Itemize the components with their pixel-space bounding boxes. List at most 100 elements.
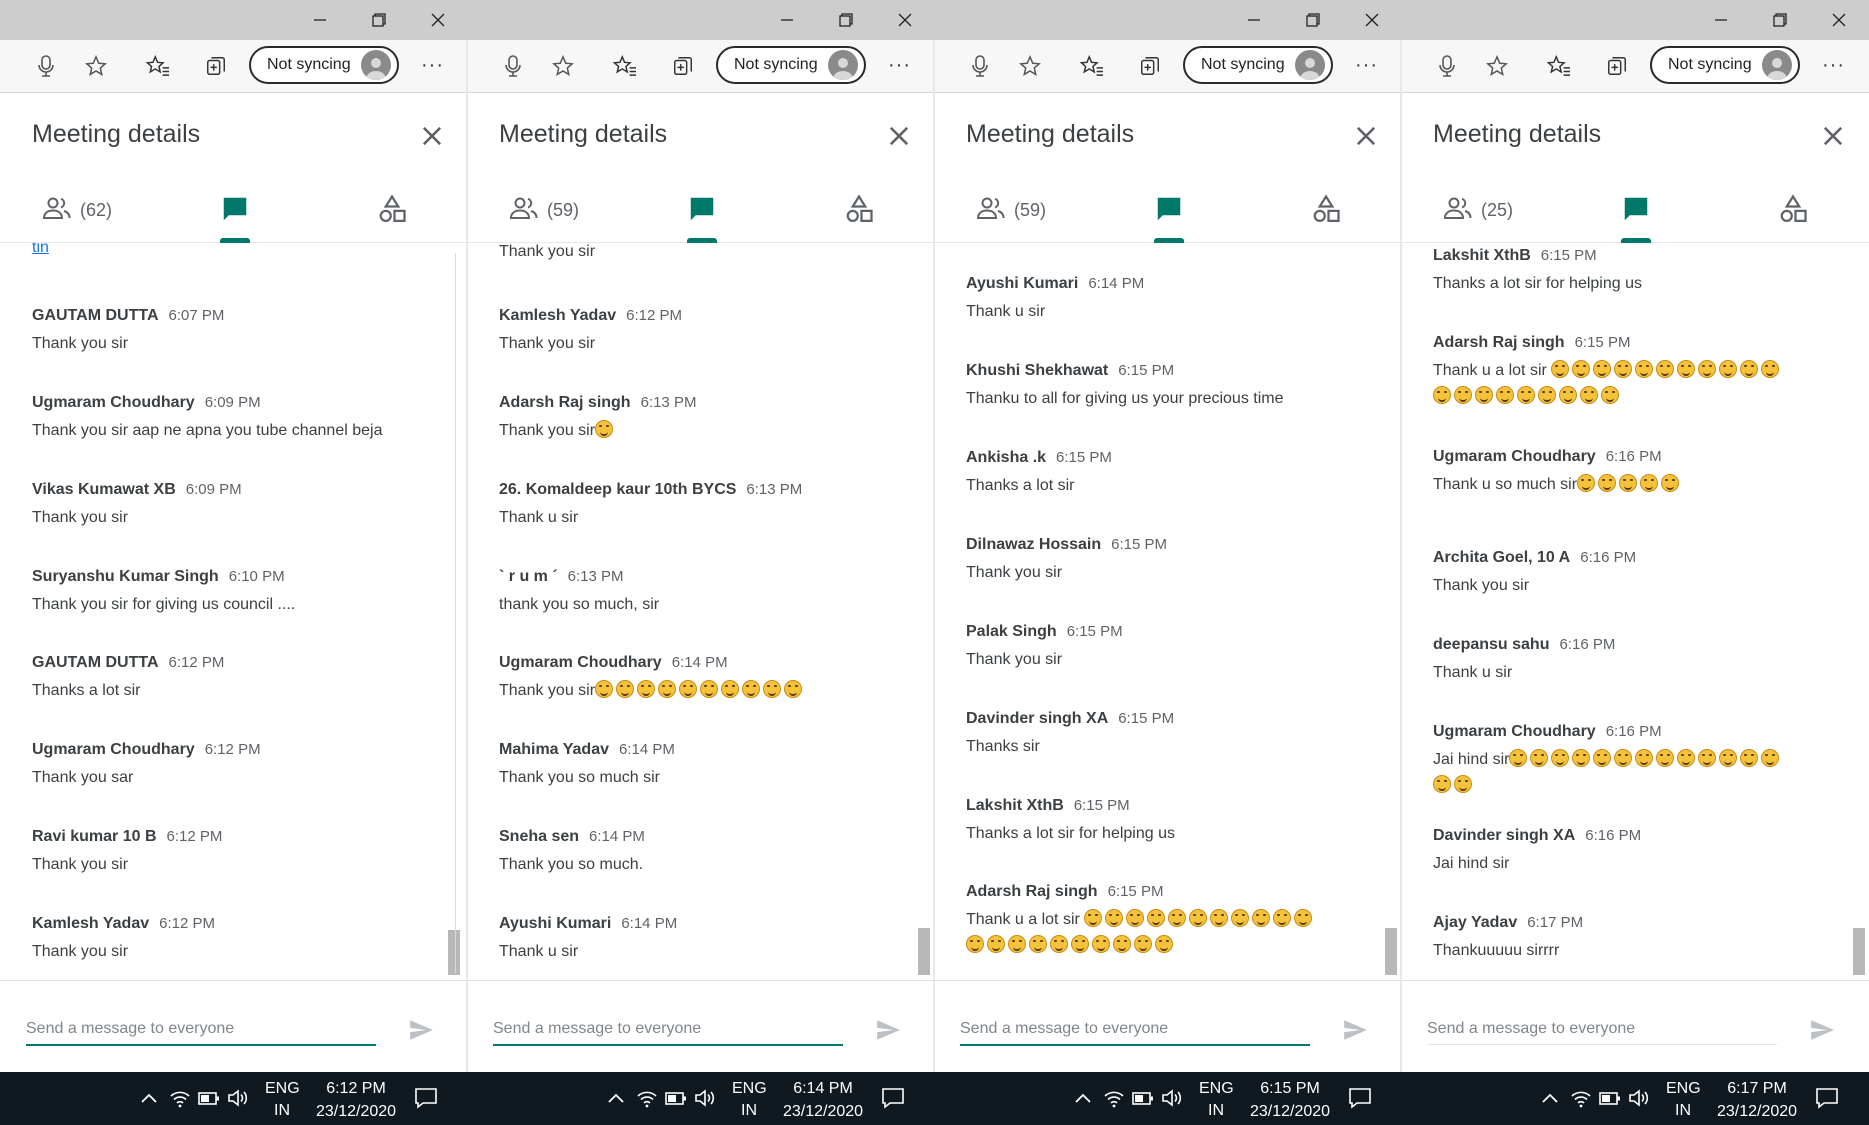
sender-name: Adarsh Raj singh [499,394,631,411]
collections-icon[interactable] [1605,54,1629,78]
close-window-button[interactable] [423,6,453,34]
notifications-icon[interactable] [1348,1086,1374,1112]
notifications-icon[interactable] [1815,1086,1841,1112]
chat-scrollbar[interactable] [1853,243,1869,977]
taskbar-clock[interactable]: 6:12 PM 23/12/2020 [310,1077,402,1123]
tab-people[interactable]: (62) [42,196,112,225]
activities-icon[interactable] [1778,194,1808,224]
favorites-icon[interactable] [146,54,170,78]
scrollbar-thumb[interactable] [1385,928,1397,975]
tab-people[interactable]: (59) [976,196,1046,225]
tab-people[interactable]: (59) [509,196,579,225]
favorites-icon[interactable] [613,54,637,78]
restore-button[interactable] [1298,6,1328,34]
chevron-up-icon[interactable] [1070,1086,1096,1110]
activities-icon[interactable] [1311,194,1341,224]
sync-profile-button[interactable]: Not syncing [1650,46,1800,84]
close-window-button[interactable] [1357,6,1387,34]
message-input[interactable] [1427,1014,1777,1045]
more-menu-button[interactable]: ··· [1822,54,1845,77]
collections-icon[interactable] [1138,54,1162,78]
taskbar-clock[interactable]: 6:17 PM 23/12/2020 [1711,1077,1803,1123]
battery-icon[interactable] [1597,1086,1623,1110]
wifi-icon[interactable] [1568,1086,1594,1110]
taskbar-clock[interactable]: 6:14 PM 23/12/2020 [777,1077,869,1123]
chat-icon[interactable] [220,194,250,224]
smiley-emoji [1551,360,1570,378]
microphone-icon[interactable] [1435,54,1459,78]
close-icon[interactable] [418,122,446,150]
battery-icon[interactable] [196,1086,222,1110]
favorites-icon[interactable] [1547,54,1571,78]
wifi-icon[interactable] [1101,1086,1127,1110]
volume-icon[interactable] [693,1086,719,1110]
favorites-icon[interactable] [1080,54,1104,78]
send-icon[interactable] [408,1017,434,1043]
chat-icon[interactable] [1154,194,1184,224]
star-icon[interactable] [1018,54,1042,78]
activities-icon[interactable] [377,194,407,224]
volume-icon[interactable] [226,1086,252,1110]
message-text: Thank you sir [499,678,805,704]
minimize-button[interactable] [772,6,802,34]
input-language[interactable]: ENG IN [1199,1078,1234,1122]
restore-button[interactable] [831,6,861,34]
more-menu-button[interactable]: ··· [1355,54,1378,77]
close-icon[interactable] [1352,122,1380,150]
chat-icon[interactable] [687,194,717,224]
collections-icon[interactable] [204,54,228,78]
close-window-button[interactable] [1824,6,1854,34]
minimize-button[interactable] [1239,6,1269,34]
sync-profile-button[interactable]: Not syncing [716,46,866,84]
restore-button[interactable] [1765,6,1795,34]
notifications-icon[interactable] [881,1086,907,1112]
minimize-button[interactable] [1706,6,1736,34]
close-window-button[interactable] [890,6,920,34]
sync-profile-button[interactable]: Not syncing [249,46,399,84]
microphone-icon[interactable] [968,54,992,78]
minimize-button[interactable] [305,6,335,34]
microphone-icon[interactable] [501,54,525,78]
scrollbar-thumb[interactable] [1853,928,1865,975]
activities-icon[interactable] [844,194,874,224]
message-input[interactable] [493,1014,843,1046]
battery-icon[interactable] [1130,1086,1156,1110]
tab-people[interactable]: (25) [1443,196,1513,225]
chevron-up-icon[interactable] [136,1086,162,1110]
message-input[interactable] [960,1014,1310,1046]
message-link[interactable]: tin [32,243,49,257]
taskbar-clock[interactable]: 6:15 PM 23/12/2020 [1244,1077,1336,1123]
sender-name: Lakshit XthB [1433,247,1531,264]
chevron-up-icon[interactable] [603,1086,629,1110]
volume-icon[interactable] [1160,1086,1186,1110]
more-menu-button[interactable]: ··· [421,54,444,77]
input-language[interactable]: ENG IN [732,1078,767,1122]
input-language[interactable]: ENG IN [1666,1078,1701,1122]
star-icon[interactable] [84,54,108,78]
notifications-icon[interactable] [414,1086,440,1112]
send-icon[interactable] [1342,1017,1368,1043]
input-language[interactable]: ENG IN [265,1078,300,1122]
chat-icon[interactable] [1621,194,1651,224]
scrollbar-thumb[interactable] [448,930,460,975]
message-input[interactable] [26,1014,376,1046]
restore-button[interactable] [364,6,394,34]
chevron-up-icon[interactable] [1537,1086,1563,1110]
collections-icon[interactable] [671,54,695,78]
send-icon[interactable] [875,1017,901,1043]
star-icon[interactable] [1485,54,1509,78]
volume-icon[interactable] [1627,1086,1653,1110]
smiley-emoji [1496,386,1514,404]
wifi-icon[interactable] [634,1086,660,1110]
scrollbar-thumb[interactable] [918,928,930,975]
star-icon[interactable] [551,54,575,78]
sync-profile-button[interactable]: Not syncing [1183,46,1333,84]
send-icon[interactable] [1809,1017,1835,1043]
microphone-icon[interactable] [34,54,58,78]
close-icon[interactable] [885,122,913,150]
wifi-icon[interactable] [167,1086,193,1110]
close-icon[interactable] [1819,122,1847,150]
battery-icon[interactable] [663,1086,689,1110]
more-menu-button[interactable]: ··· [888,54,911,77]
smiley-emoji [1635,749,1654,767]
